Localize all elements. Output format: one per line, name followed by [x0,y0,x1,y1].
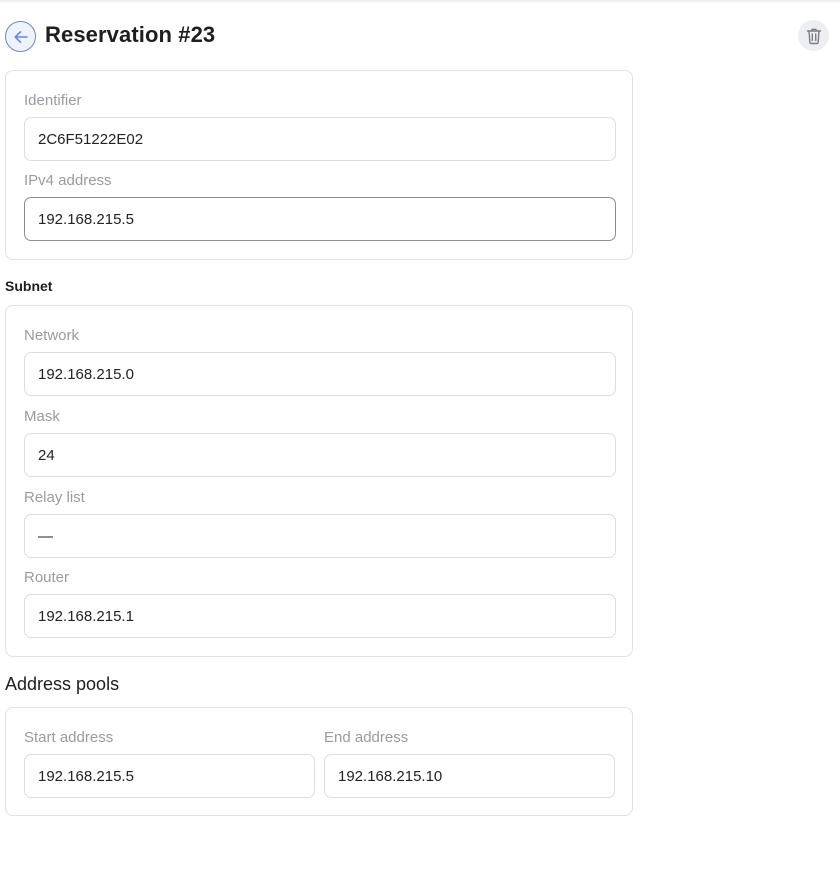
arrow-left-icon [14,30,28,43]
identifier-field[interactable]: 2C6F51222E02 [24,117,616,161]
ipv4-label: IPv4 address [24,172,112,189]
address-pool-card: Start address 192.168.215.5 End address … [5,707,633,816]
trash-icon [806,28,821,44]
identifier-label: Identifier [24,92,82,109]
reservation-card: Identifier 2C6F51222E02 IPv4 address 192… [5,70,633,260]
network-field[interactable]: 192.168.215.0 [24,352,616,396]
relay-list-label: Relay list [24,489,85,506]
mask-field[interactable]: 24 [24,433,616,477]
address-pools-title: Address pools [5,674,120,694]
page-header: Reservation #23 [5,20,835,52]
ipv4-field[interactable]: 192.168.215.5 [24,197,616,241]
router-field[interactable]: 192.168.215.1 [24,594,616,638]
start-address-label: Start address [24,729,114,746]
subnet-card: Network 192.168.215.0 Mask 24 Relay list… [5,305,633,657]
end-address-field[interactable]: 192.168.215.10 [324,754,615,798]
start-address-field[interactable]: 192.168.215.5 [24,754,315,798]
page-title: Reservation #23 [45,22,216,47]
top-divider [0,0,840,2]
mask-label: Mask [24,408,60,425]
delete-button[interactable] [798,20,829,51]
router-label: Router [24,569,70,586]
relay-list-field[interactable]: — [24,514,616,558]
subnet-section-title: Subnet [5,278,53,294]
end-address-label: End address [324,729,409,746]
network-label: Network [24,327,80,344]
back-button[interactable] [5,21,36,52]
